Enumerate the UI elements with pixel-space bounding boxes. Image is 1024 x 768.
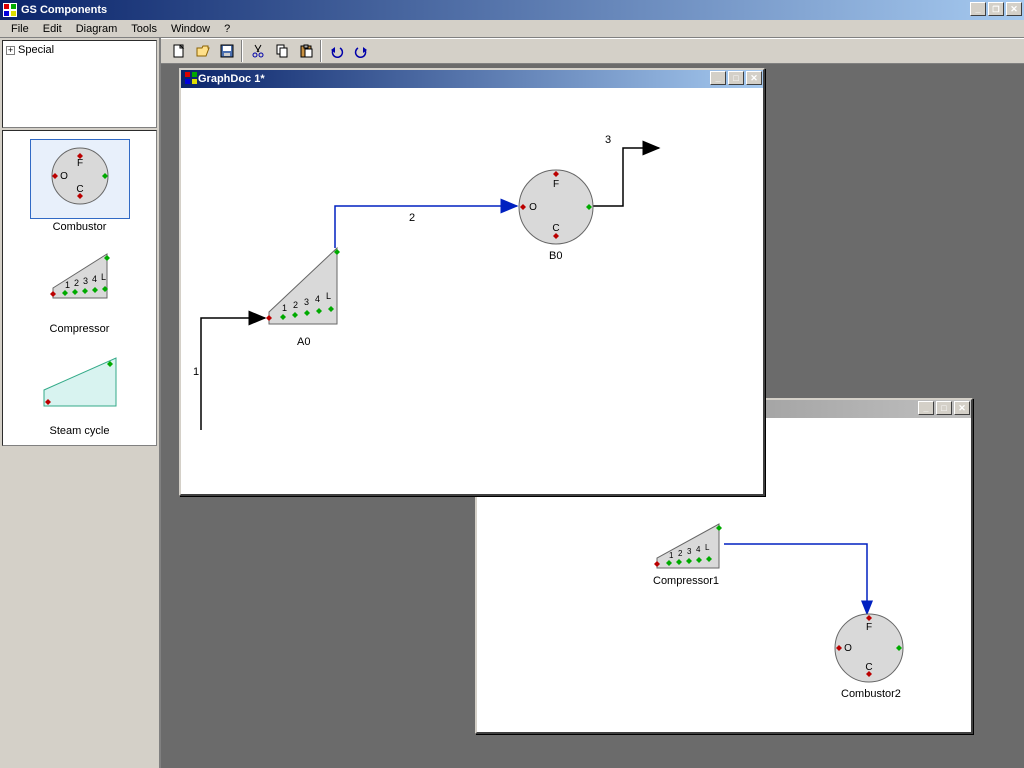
svg-text:L: L — [101, 272, 106, 282]
port-label-O: O — [529, 202, 537, 213]
doc2-minimize-button[interactable]: _ — [918, 401, 934, 415]
edge-label-1: 1 — [193, 366, 199, 378]
port-label-F: F — [76, 158, 82, 169]
menu-diagram[interactable]: Diagram — [69, 21, 125, 37]
node-label-combustor2: Combustor2 — [841, 688, 901, 700]
menubar: File Edit Diagram Tools Window ? — [0, 20, 1024, 38]
app-icon — [3, 3, 17, 17]
port-label: L — [705, 543, 710, 552]
svg-text:1: 1 — [65, 280, 70, 290]
palette-item-combustor[interactable]: F O C Combustor — [3, 135, 156, 237]
sidebar: + Special F O C Combustor — [0, 38, 161, 768]
port-label: 2 — [293, 300, 298, 310]
save-button[interactable] — [215, 40, 238, 62]
tree-panel: + Special — [2, 40, 157, 128]
svg-text:2: 2 — [74, 278, 79, 288]
toolbar — [161, 38, 1024, 64]
doc2-maximize-button[interactable]: □ — [936, 401, 952, 415]
open-button[interactable] — [191, 40, 214, 62]
port-label-O: O — [844, 643, 852, 654]
tree-expand-icon[interactable]: + — [6, 46, 15, 55]
port-label-O: O — [60, 171, 68, 182]
port-label-C: C — [76, 184, 83, 195]
node-a0[interactable]: 1 2 3 4 L — [263, 242, 343, 337]
copy-button[interactable] — [270, 40, 293, 62]
app-title: GS Components — [21, 4, 107, 16]
compressor-thumb: 1 2 3 4 L — [30, 241, 130, 321]
cut-button[interactable] — [246, 40, 269, 62]
port-label: 1 — [669, 551, 674, 560]
port-label: 4 — [696, 545, 701, 554]
steamcycle-thumb — [30, 343, 130, 423]
new-button[interactable] — [167, 40, 190, 62]
palette-label: Steam cycle — [50, 425, 110, 437]
node-label-a0: A0 — [297, 336, 310, 348]
port-label-F: F — [866, 622, 872, 633]
component-palette: F O C Combustor 1 2 — [2, 130, 157, 446]
port-label: 4 — [315, 294, 320, 304]
doc1-maximize-button[interactable]: □ — [728, 71, 744, 85]
port-label: 1 — [282, 303, 287, 313]
menu-help[interactable]: ? — [217, 21, 237, 37]
palette-label: Compressor — [50, 323, 110, 335]
doc1-titlebar[interactable]: GraphDoc 1* _ □ ✕ — [181, 70, 763, 88]
palette-item-steamcycle[interactable]: Steam cycle — [3, 339, 156, 441]
edge-label-3: 3 — [605, 134, 611, 146]
menu-edit[interactable]: Edit — [36, 21, 69, 37]
port-label-C: C — [552, 223, 559, 234]
port-label: L — [326, 291, 331, 301]
port-label: 3 — [304, 297, 309, 307]
svg-text:3: 3 — [83, 276, 88, 286]
doc2-close-button[interactable]: ✕ — [954, 401, 970, 415]
edge-label-2: 2 — [409, 212, 415, 224]
doc1-close-button[interactable]: ✕ — [746, 71, 762, 85]
node-label-compressor1: Compressor1 — [653, 575, 719, 587]
minimize-button[interactable]: _ — [970, 2, 986, 16]
document-window-1[interactable]: GraphDoc 1* _ □ ✕ 1 2 3 — [179, 68, 765, 496]
menu-file[interactable]: File — [4, 21, 36, 37]
menu-tools[interactable]: Tools — [124, 21, 164, 37]
doc1-minimize-button[interactable]: _ — [710, 71, 726, 85]
port-label-C: C — [865, 662, 872, 673]
svg-text:4: 4 — [92, 274, 97, 284]
doc-icon — [184, 71, 198, 88]
palette-label: Combustor — [53, 221, 107, 233]
redo-button[interactable] — [349, 40, 372, 62]
mdi-area: _ □ ✕ 1 — [161, 64, 1024, 768]
app-titlebar: GS Components _ ❐ ✕ — [0, 0, 1024, 20]
node-b0[interactable]: F O C — [515, 166, 597, 251]
palette-item-compressor[interactable]: 1 2 3 4 L Compressor — [3, 237, 156, 339]
combustor-thumb: F O C — [30, 139, 130, 219]
tree-item-special[interactable]: + Special — [6, 44, 153, 56]
node-compressor1[interactable]: 1 2 3 4 L — [649, 518, 729, 581]
port-label-F: F — [553, 179, 559, 190]
port-label: 2 — [678, 549, 683, 558]
paste-button[interactable] — [294, 40, 317, 62]
doc1-canvas[interactable]: 1 2 3 1 2 3 4 L — [183, 90, 761, 492]
tree-item-label: Special — [18, 44, 54, 56]
doc1-title: GraphDoc 1* — [198, 73, 265, 85]
restore-button[interactable]: ❐ — [988, 2, 1004, 16]
node-label-b0: B0 — [549, 250, 562, 262]
undo-button[interactable] — [325, 40, 348, 62]
close-button[interactable]: ✕ — [1006, 2, 1022, 16]
menu-window[interactable]: Window — [164, 21, 217, 37]
port-label: 3 — [687, 547, 692, 556]
node-combustor2[interactable]: F O C — [829, 610, 909, 689]
